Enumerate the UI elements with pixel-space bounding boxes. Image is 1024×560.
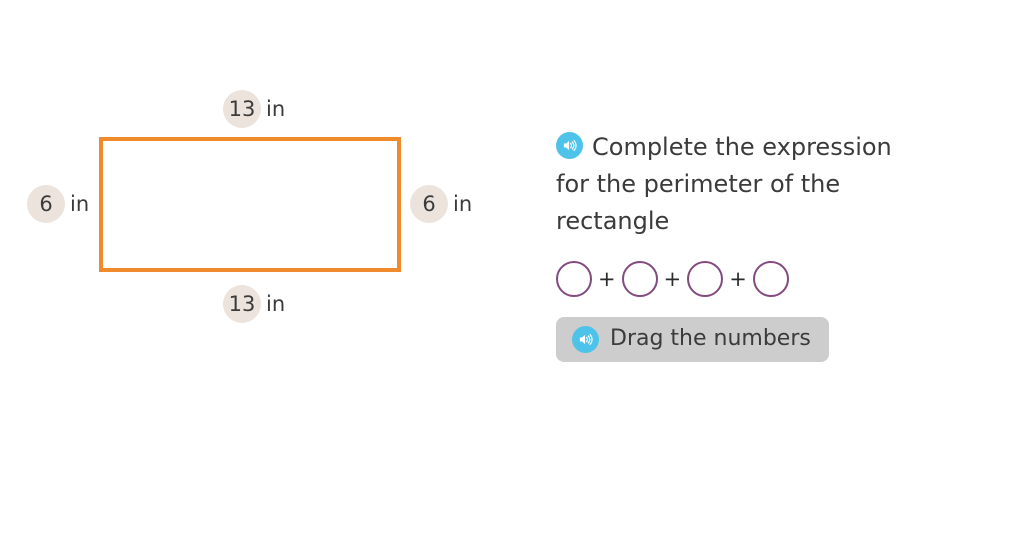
speaker-icon[interactable] (556, 131, 583, 159)
plus-operator-2: + (663, 266, 682, 291)
drag-the-numbers-label: Drag the numbers (610, 326, 811, 352)
plus-operator-3: + (729, 266, 747, 291)
expression-row: + + + (556, 257, 986, 301)
rectangle-figure: 13 in 13 in 6 in 6 in (0, 0, 512, 560)
plus-operator-1: + (598, 266, 616, 291)
answer-blank-4[interactable] (752, 261, 789, 297)
question-panel: Complete the expression for the perimete… (556, 128, 986, 362)
measurement-unit-top: in (266, 96, 286, 121)
measurement-label-bottom: 13 in (223, 285, 285, 323)
rectangle-shape (99, 137, 401, 272)
measurement-value-left: 6 (27, 185, 65, 223)
exercise-canvas: 13 in 13 in 6 in 6 in Complete the expre… (0, 0, 1024, 560)
measurement-value-right: 6 (410, 185, 448, 223)
answer-blank-1[interactable] (556, 261, 592, 297)
measurement-value-bottom: 13 (223, 285, 261, 323)
measurement-label-top: 13 in (223, 90, 285, 128)
measurement-label-left: 6 in (27, 185, 89, 223)
measurement-unit-right: in (453, 191, 473, 216)
measurement-value-top: 13 (223, 90, 261, 128)
drag-the-numbers-button[interactable]: Drag the numbers (556, 317, 829, 362)
question-prompt: Complete the expression for the perimete… (556, 128, 928, 239)
measurement-label-right: 6 in (410, 185, 472, 223)
question-prompt-text: Complete the expression for the perimete… (556, 133, 892, 235)
answer-blank-2[interactable] (621, 261, 658, 297)
measurement-unit-bottom: in (266, 291, 286, 316)
speaker-icon[interactable] (572, 326, 599, 353)
answer-blank-3[interactable] (687, 261, 724, 297)
measurement-unit-left: in (70, 191, 90, 216)
